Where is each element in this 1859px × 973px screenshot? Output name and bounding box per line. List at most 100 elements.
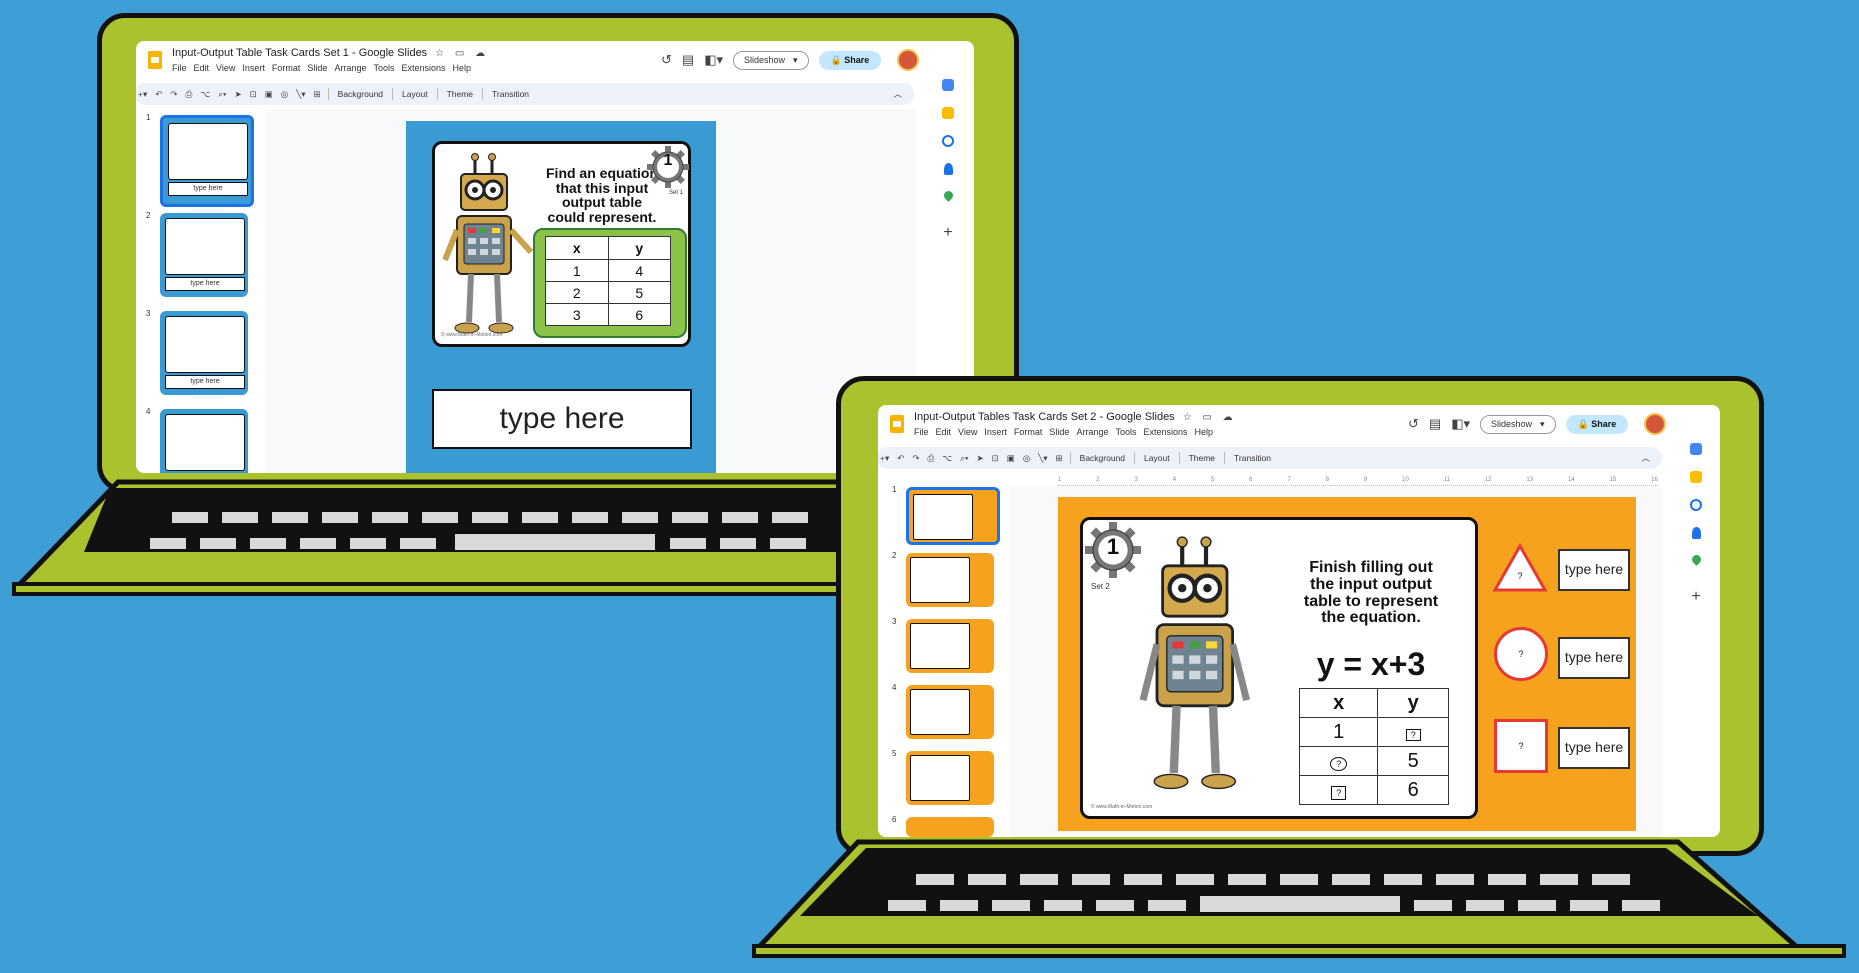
contacts-icon[interactable]: [943, 163, 953, 175]
menu-format[interactable]: Format: [1014, 427, 1043, 437]
menu-insert[interactable]: Insert: [984, 427, 1007, 437]
slides-logo-icon[interactable]: [148, 51, 162, 69]
line-icon[interactable]: ╲▾: [296, 89, 305, 100]
chevron-down-icon[interactable]: ▾: [793, 55, 798, 66]
slides-logo-icon[interactable]: [890, 415, 904, 433]
history-icon[interactable]: ↺: [661, 52, 672, 68]
menu-file[interactable]: File: [172, 63, 187, 73]
menu-edit[interactable]: Edit: [936, 427, 952, 437]
select-icon[interactable]: ➤: [976, 453, 983, 464]
new-slide-icon[interactable]: +▾: [138, 89, 147, 100]
menu-insert[interactable]: Insert: [242, 63, 265, 73]
slide-canvas[interactable]: Find an equation that this input output …: [266, 109, 916, 473]
document-title[interactable]: Input-Output Table Task Cards Set 1 - Go…: [172, 47, 489, 59]
tasks-icon[interactable]: [942, 135, 954, 147]
new-slide-icon[interactable]: +▾: [880, 453, 889, 464]
redo-icon[interactable]: ↷: [912, 453, 919, 464]
paint-format-icon[interactable]: ⌥: [200, 89, 210, 100]
menu-file[interactable]: File: [914, 427, 929, 437]
contacts-icon[interactable]: [1691, 527, 1701, 539]
menu-help[interactable]: Help: [453, 63, 472, 73]
menu-edit[interactable]: Edit: [194, 63, 210, 73]
menu-view[interactable]: View: [958, 427, 977, 437]
maps-icon[interactable]: [941, 189, 955, 202]
transition-button[interactable]: Transition: [1234, 453, 1271, 463]
comments-icon[interactable]: ▤: [1429, 416, 1441, 432]
slide-thumbnail[interactable]: [906, 553, 994, 607]
background-button[interactable]: Background: [1080, 453, 1125, 463]
layout-button[interactable]: Layout: [1144, 453, 1170, 463]
circle-answer-textbox[interactable]: type here: [1558, 637, 1630, 679]
add-addon-icon[interactable]: +: [1691, 588, 1700, 606]
slide-thumbnail[interactable]: [906, 817, 994, 837]
menu-slide[interactable]: Slide: [1049, 427, 1069, 437]
zoom-icon[interactable]: ⌕▾: [960, 453, 968, 464]
slideshow-button[interactable]: Slideshow ▾: [1480, 414, 1556, 434]
slide-thumbnail[interactable]: type here: [160, 115, 254, 207]
slide-thumbnail[interactable]: [160, 409, 248, 473]
slide-thumbnail[interactable]: [906, 619, 994, 673]
history-icon[interactable]: ↺: [1408, 416, 1419, 432]
calendar-icon[interactable]: [1690, 443, 1702, 455]
slide-thumbnail[interactable]: [906, 487, 1000, 545]
menu-arrange[interactable]: Arrange: [334, 63, 366, 73]
layout-button[interactable]: Layout: [402, 89, 428, 99]
theme-button[interactable]: Theme: [1189, 453, 1215, 463]
menu-arrange[interactable]: Arrange: [1076, 427, 1108, 437]
theme-button[interactable]: Theme: [447, 89, 473, 99]
avatar[interactable]: [897, 49, 920, 71]
menu-extensions[interactable]: Extensions: [401, 63, 445, 73]
paint-format-icon[interactable]: ⌥: [942, 453, 952, 464]
shape-icon[interactable]: ◎: [1023, 453, 1030, 464]
comment-add-icon[interactable]: ⊞: [1056, 453, 1063, 464]
image-icon[interactable]: ▣: [265, 89, 273, 100]
line-icon[interactable]: ╲▾: [1038, 453, 1047, 464]
slide-canvas[interactable]: 1 Set 2 Finish filling out the input out…: [1010, 487, 1662, 837]
print-icon[interactable]: ⎙: [927, 453, 934, 464]
tasks-icon[interactable]: [1690, 499, 1702, 511]
undo-icon[interactable]: ↶: [155, 89, 162, 100]
comments-icon[interactable]: ▤: [682, 52, 694, 68]
collapse-toolbar-icon[interactable]: ︿: [1641, 452, 1650, 464]
background-button[interactable]: Background: [338, 89, 383, 99]
slide-thumbnail[interactable]: type here: [160, 213, 248, 297]
slide-thumbnail[interactable]: type here: [160, 311, 248, 395]
maps-icon[interactable]: [1689, 553, 1703, 566]
slide-1[interactable]: Find an equation that this input output …: [406, 121, 716, 473]
textbox-icon[interactable]: ⊡: [250, 89, 257, 100]
menu-tools[interactable]: Tools: [373, 63, 394, 73]
star-folder-cloud-icons[interactable]: ☆ ▭ ☁: [435, 48, 489, 59]
chevron-down-icon[interactable]: ▾: [1540, 419, 1545, 430]
document-title[interactable]: Input-Output Tables Task Cards Set 2 - G…: [914, 411, 1237, 423]
avatar[interactable]: [1644, 413, 1667, 435]
share-button[interactable]: 🔒 Share: [1565, 414, 1629, 434]
select-icon[interactable]: ➤: [234, 89, 241, 100]
transition-button[interactable]: Transition: [492, 89, 529, 99]
keep-icon[interactable]: [1690, 471, 1702, 483]
undo-icon[interactable]: ↶: [897, 453, 904, 464]
meet-icon[interactable]: ◧▾: [704, 52, 723, 68]
share-button[interactable]: 🔒 Share: [818, 50, 882, 70]
menu-format[interactable]: Format: [272, 63, 301, 73]
menu-help[interactable]: Help: [1195, 427, 1214, 437]
menu-tools[interactable]: Tools: [1115, 427, 1136, 437]
image-icon[interactable]: ▣: [1007, 453, 1015, 464]
collapse-toolbar-icon[interactable]: ︿: [893, 88, 902, 100]
slideshow-button[interactable]: Slideshow ▾: [733, 50, 809, 70]
textbox-icon[interactable]: ⊡: [992, 453, 999, 464]
menu-slide[interactable]: Slide: [307, 63, 327, 73]
zoom-icon[interactable]: ⌕▾: [218, 89, 226, 100]
print-icon[interactable]: ⎙: [185, 89, 192, 100]
slide-thumbnail[interactable]: [906, 751, 994, 805]
horizontal-ruler[interactable]: 1 2 3 4 5 6 7 8 9 10 11 12 13 14 15 16: [1058, 477, 1658, 486]
add-addon-icon[interactable]: +: [943, 224, 952, 242]
slide-thumbnail[interactable]: [906, 685, 994, 739]
menu-extensions[interactable]: Extensions: [1143, 427, 1187, 437]
calendar-icon[interactable]: [942, 79, 954, 91]
answer-textbox[interactable]: type here: [432, 389, 692, 449]
menu-view[interactable]: View: [216, 63, 235, 73]
triangle-answer-textbox[interactable]: type here: [1558, 549, 1630, 591]
comment-add-icon[interactable]: ⊞: [314, 89, 321, 100]
meet-icon[interactable]: ◧▾: [1451, 416, 1470, 432]
shape-icon[interactable]: ◎: [281, 89, 288, 100]
